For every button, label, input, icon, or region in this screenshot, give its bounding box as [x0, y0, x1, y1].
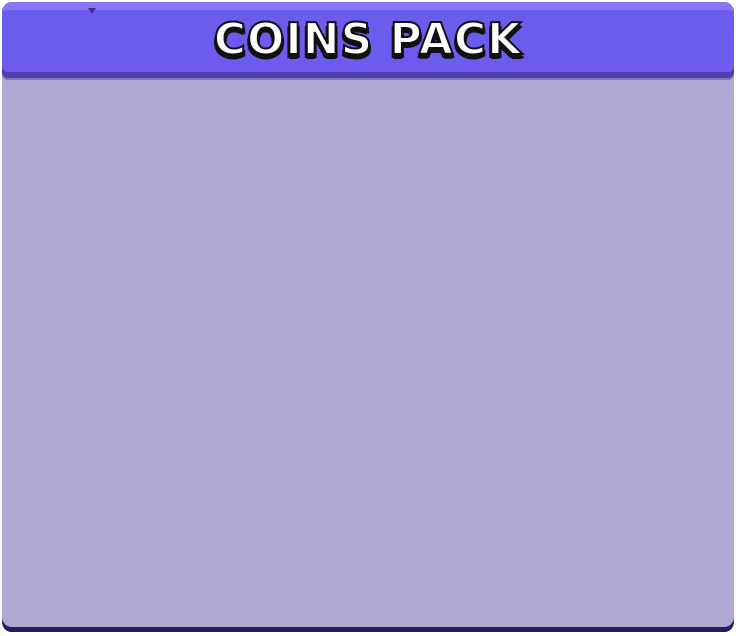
- panel-bottom-edge: [2, 627, 734, 632]
- panel-header: COINS PACK: [2, 2, 734, 78]
- coins-pack-panel: COINS PACK: [2, 2, 734, 632]
- panel-content-area: [2, 82, 734, 627]
- panel-title: COINS PACK: [213, 13, 523, 66]
- header-highlight: [2, 2, 734, 10]
